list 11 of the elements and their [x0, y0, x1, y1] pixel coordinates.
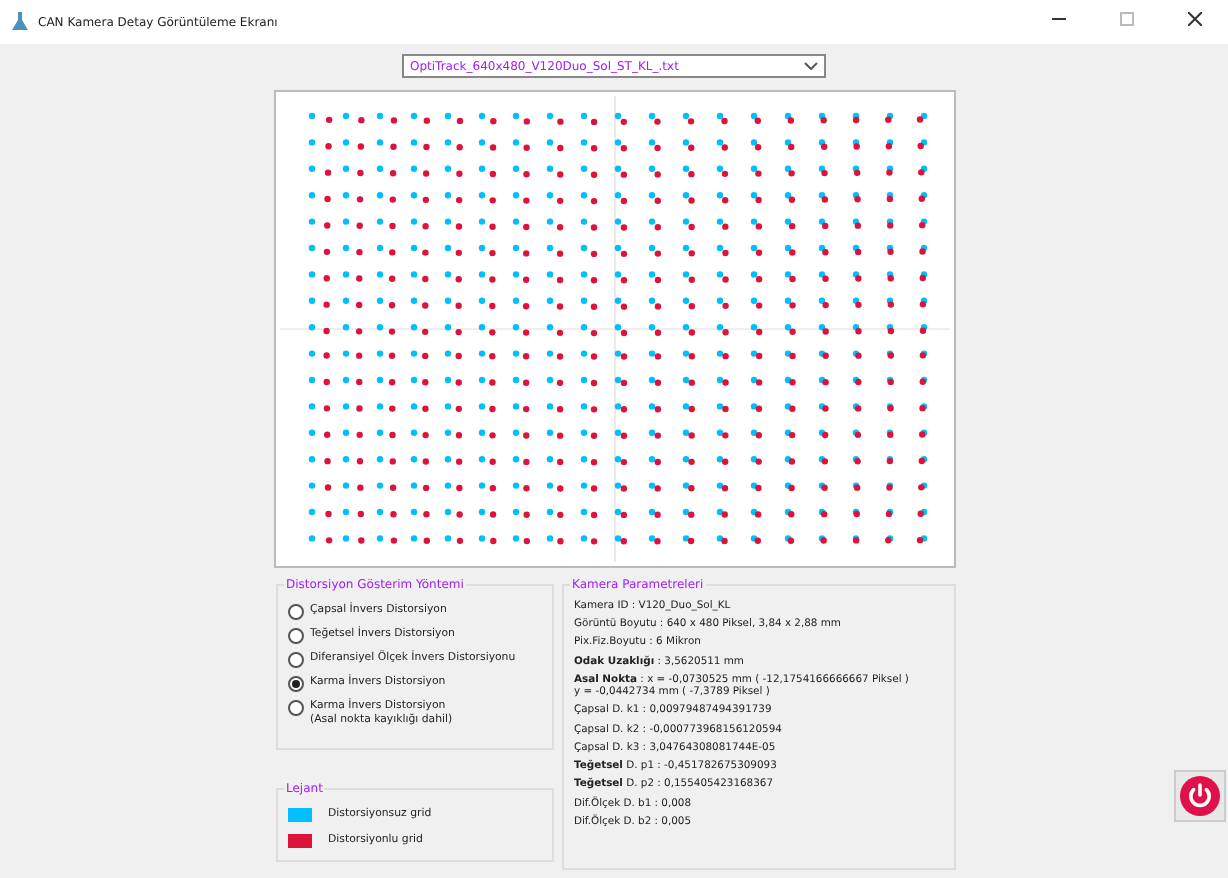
- radio-button[interactable]: [288, 676, 304, 692]
- radio-button[interactable]: [288, 628, 304, 644]
- power-button[interactable]: [1174, 770, 1226, 822]
- caret-icon: [804, 62, 818, 70]
- minimize-icon[interactable]: [1051, 18, 1065, 21]
- close-icon[interactable]: [1187, 12, 1201, 27]
- radio-button[interactable]: [288, 700, 304, 716]
- radio-button[interactable]: [288, 604, 304, 620]
- app-icon: [12, 12, 28, 32]
- radio-button[interactable]: [288, 652, 304, 668]
- power-icon: [1180, 776, 1220, 816]
